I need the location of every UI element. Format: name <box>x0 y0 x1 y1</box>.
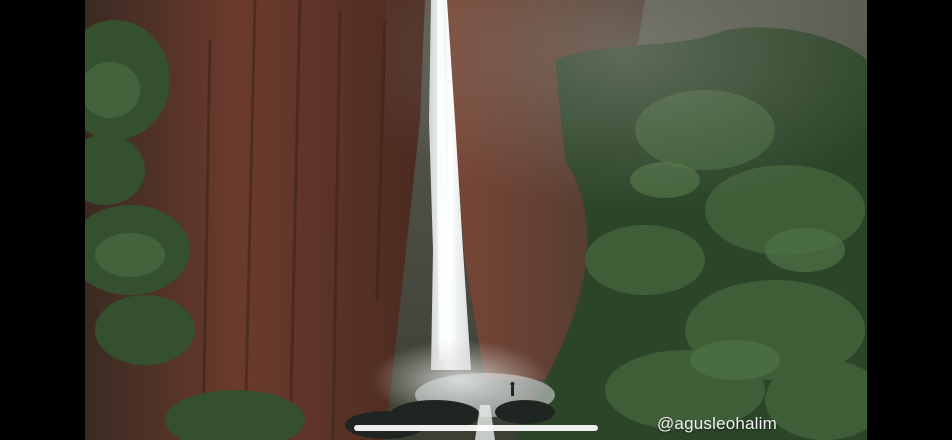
creator-watermark: @agusleohalim <box>656 414 777 433</box>
person-silhouette <box>511 386 514 396</box>
waterfall-scene <box>85 0 867 440</box>
waterfall-video-frame[interactable]: @agusleohalim <box>85 0 867 440</box>
home-indicator-bar[interactable] <box>354 425 598 431</box>
fullscreen-video-viewport[interactable]: @agusleohalim <box>0 0 952 440</box>
